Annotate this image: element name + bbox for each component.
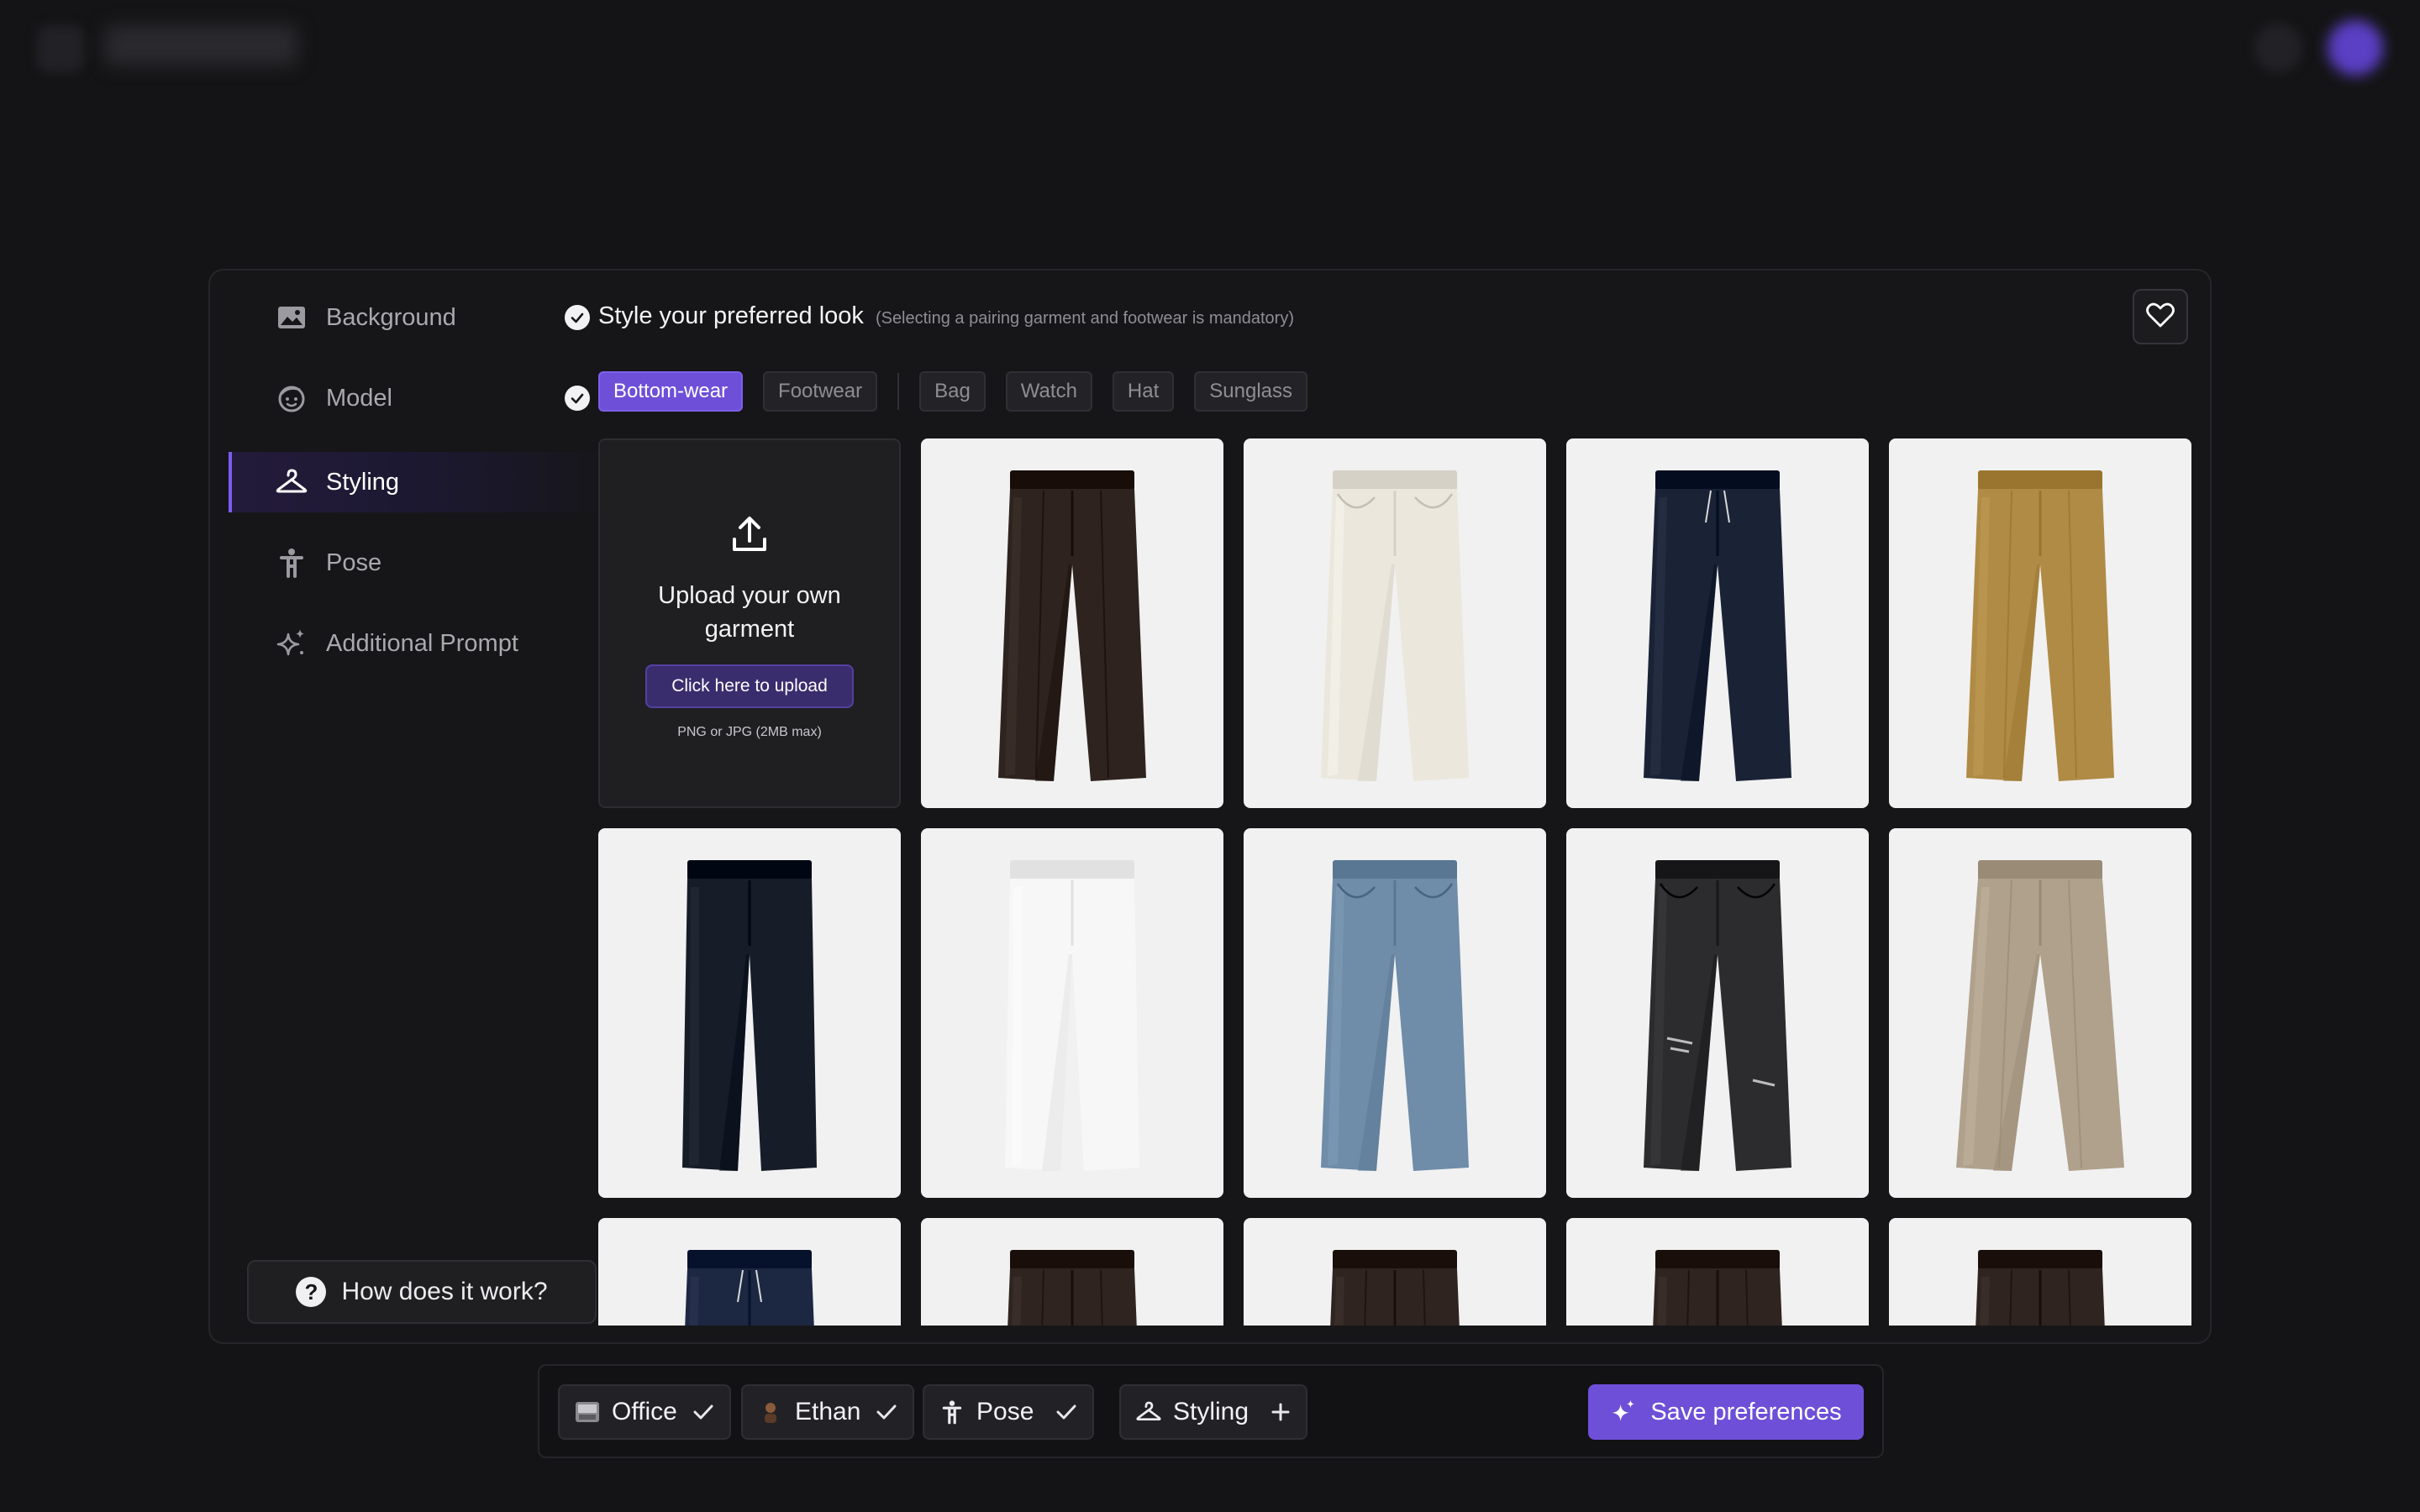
chip-background-office[interactable]: Office [558, 1384, 731, 1440]
steps-sidebar: Background Model Styling Pose Additional… [229, 270, 623, 1342]
chip-label: Styling [1173, 1398, 1249, 1425]
question-icon: ? [296, 1277, 327, 1307]
sidebar-item-label: Model [326, 384, 392, 412]
garment-grid: Upload your own garment Click here to up… [598, 438, 2195, 1326]
garment-image [1005, 860, 1139, 1171]
garment-image [1966, 470, 2114, 781]
garment-image [682, 860, 817, 1171]
tab-label: Bag [934, 380, 971, 402]
chip-label: Ethan [795, 1398, 861, 1425]
garment-image [1653, 1250, 1782, 1326]
tab-bag[interactable]: Bag [919, 371, 986, 412]
garment-card[interactable] [921, 828, 1223, 1198]
sidebar-item-label: Styling [326, 468, 400, 496]
sidebar-item-label: Background [326, 303, 456, 331]
sparkle-icon [276, 627, 308, 659]
chip-styling[interactable]: Styling [1119, 1384, 1308, 1440]
check-icon [1055, 1403, 1077, 1421]
garment-card[interactable] [921, 1218, 1223, 1326]
garment-card[interactable] [1566, 828, 1869, 1198]
office-thumbnail-icon [575, 1399, 600, 1425]
garment-card[interactable] [1889, 438, 2191, 808]
section-header: Style your preferred look (Selecting a p… [598, 302, 1294, 349]
tab-label: Sunglass [1209, 380, 1293, 402]
page-subtitle: (Selecting a pairing garment and footwea… [875, 309, 1294, 328]
garment-card[interactable] [1244, 438, 1546, 808]
how-it-works-button[interactable]: ? How does it work? [247, 1260, 597, 1324]
garment-image [1330, 1250, 1460, 1326]
save-preferences-button[interactable]: Save preferences [1588, 1384, 1864, 1440]
sidebar-item-label: Additional Prompt [326, 629, 518, 657]
tab-bottom-wear[interactable]: Bottom-wear [598, 371, 744, 412]
garment-card[interactable] [598, 828, 901, 1198]
avatar-icon [758, 1399, 783, 1425]
check-icon [692, 1403, 714, 1421]
logo-wordmark [104, 25, 297, 66]
upload-icon [729, 514, 770, 559]
garment-card[interactable] [598, 1218, 901, 1326]
tab-footwear[interactable]: Footwear [763, 371, 878, 412]
page-title: Style your preferred look [598, 302, 864, 329]
face-icon [276, 382, 308, 414]
sparkle-icon [1610, 1399, 1637, 1425]
how-it-works-label: How does it work? [341, 1278, 548, 1305]
styling-panel: Background Model Styling Pose Additional… [208, 269, 2212, 1344]
upload-hint: PNG or JPG (2MB max) [677, 725, 822, 739]
garment-card[interactable] [1566, 1218, 1869, 1326]
garment-card[interactable] [1244, 828, 1546, 1198]
plus-icon [1270, 1402, 1291, 1422]
garment-image [998, 470, 1146, 781]
hanger-icon [276, 466, 308, 498]
person-icon [276, 547, 308, 579]
chip-label: Pose [976, 1398, 1034, 1425]
chip-model-ethan[interactable]: Ethan [741, 1384, 915, 1440]
upload-title: Upload your own garment [658, 582, 841, 643]
chip-label: Office [612, 1398, 677, 1425]
garment-image [1007, 1250, 1137, 1326]
garment-image [685, 1250, 814, 1326]
tab-watch[interactable]: Watch [1005, 371, 1092, 412]
heart-icon [2146, 302, 2175, 332]
tab-label: Watch [1020, 380, 1077, 402]
tab-label: Hat [1127, 380, 1160, 402]
tab-label: Bottom-wear [613, 380, 729, 402]
sidebar-item-pose[interactable]: Pose [229, 533, 623, 593]
person-icon [939, 1399, 965, 1425]
sidebar-item-label: Pose [326, 549, 382, 576]
check-icon [876, 1403, 897, 1421]
step-complete-check-icon [565, 386, 590, 411]
garment-card[interactable] [1566, 438, 1869, 808]
tab-divider [897, 373, 900, 410]
sidebar-item-styling[interactable]: Styling [229, 452, 623, 512]
step-complete-check-icon [565, 305, 590, 330]
styling-content: Style your preferred look (Selecting a p… [598, 270, 2195, 1342]
hanger-icon [1136, 1399, 1161, 1425]
upload-button[interactable]: Click here to upload [645, 664, 854, 708]
tab-hat[interactable]: Hat [1112, 371, 1175, 412]
chip-pose[interactable]: Pose [923, 1384, 1095, 1440]
sidebar-item-additional-prompt[interactable]: Additional Prompt [229, 613, 623, 674]
garment-image [1644, 860, 1791, 1171]
garment-image [1956, 860, 2124, 1171]
favorite-button[interactable] [2133, 289, 2188, 344]
garment-image [1321, 470, 1469, 781]
save-preferences-label: Save preferences [1650, 1398, 1842, 1425]
garment-card[interactable] [921, 438, 1223, 808]
image-icon [276, 302, 308, 333]
user-avatar[interactable] [2328, 20, 2383, 76]
garment-image [1975, 1250, 2105, 1326]
notification-icon[interactable] [2254, 24, 2302, 72]
garment-card[interactable] [1889, 828, 2191, 1198]
garment-image [1321, 860, 1469, 1171]
selection-summary-bar: Office Ethan Pose Styling Save preferenc… [538, 1364, 1884, 1458]
garment-category-tabs: Bottom-wear Footwear Bag Watch Hat Sungl… [598, 371, 1328, 412]
top-bar [0, 0, 2420, 92]
upload-garment-card: Upload your own garment Click here to up… [598, 438, 901, 808]
garment-card[interactable] [1889, 1218, 2191, 1326]
garment-card[interactable] [1244, 1218, 1546, 1326]
garment-image [1644, 470, 1791, 781]
logo-icon [37, 25, 84, 72]
tab-sunglass[interactable]: Sunglass [1194, 371, 1308, 412]
tab-label: Footwear [778, 380, 863, 402]
